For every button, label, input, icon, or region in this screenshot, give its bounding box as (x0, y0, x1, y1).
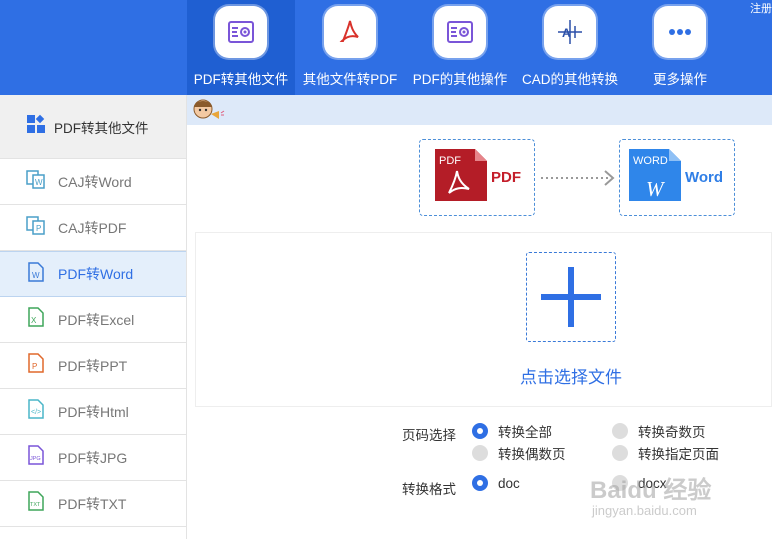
txt-file-icon: TXT (26, 491, 46, 516)
sidebar-header-label: PDF转其他文件 (54, 120, 149, 136)
html-file-icon: </> (26, 399, 46, 424)
more-dots-icon (654, 6, 706, 58)
excel-file-icon: X (26, 307, 46, 332)
ppt-file-icon: P (26, 353, 46, 378)
tab-cad-convert[interactable]: A CAD的其他转换 (515, 0, 625, 95)
radio-format-doc[interactable]: doc (472, 475, 520, 491)
sidebar-item-pdf-txt[interactable]: TXT PDF转TXT (0, 481, 186, 527)
svg-text:TXT: TXT (30, 502, 41, 508)
word-badge: WORD (633, 155, 668, 167)
tab-label: PDF转其他文件 (193, 72, 289, 87)
watermark-text: Baidu 经验 (590, 477, 712, 504)
sidebar-item-pdf-jpg[interactable]: JPG PDF转JPG (0, 435, 186, 481)
radio-indicator (612, 445, 628, 461)
radio-label: 转换偶数页 (498, 447, 566, 462)
svg-text:P: P (32, 362, 37, 371)
source-format-pdf: PDF PDF (419, 139, 535, 216)
tab-label: CAD的其他转换 (521, 72, 618, 87)
sidebar-item-pdf-ppt[interactable]: P PDF转PPT (0, 343, 186, 389)
radio-label: doc (498, 475, 520, 491)
source-format-label: PDF (491, 169, 521, 186)
page-selection-label: 页码选择 (402, 428, 456, 443)
svg-text:A: A (562, 26, 571, 40)
sidebar-item-label: PDF转PPT (58, 357, 128, 374)
word-letter: W (646, 177, 664, 201)
tab-label: PDF的其他操作 (412, 72, 508, 87)
gear-document-icon (215, 6, 267, 58)
jpg-file-icon: JPG (26, 445, 46, 470)
tab-label: 其他文件转PDF (302, 72, 398, 87)
radio-convert-odd[interactable]: 转换奇数页 (612, 421, 706, 441)
sidebar-item-label: PDF转Excel (58, 311, 135, 328)
file-drop-area[interactable] (195, 232, 772, 407)
format-label: 转换格式 (402, 482, 456, 497)
arrow-right-icon (541, 168, 617, 193)
top-bar-logo-area (0, 0, 187, 95)
svg-text:W: W (35, 178, 43, 187)
tab-pdf-to-other[interactable]: PDF转其他文件 (187, 0, 295, 95)
sidebar-item-label: PDF转Html (58, 403, 129, 420)
tab-label: 更多操作 (653, 72, 707, 87)
radio-indicator (612, 423, 628, 439)
sidebar-item-label: PDF转Word (58, 266, 134, 282)
sidebar-item-label: CAJ转PDF (58, 219, 127, 236)
radio-indicator (472, 423, 488, 439)
radio-label: 转换全部 (498, 425, 552, 440)
radio-convert-all[interactable]: 转换全部 (472, 421, 552, 441)
tab-other-to-pdf[interactable]: 其他文件转PDF (295, 0, 405, 95)
grid-icon (26, 114, 46, 139)
radio-convert-specified[interactable]: 转换指定页面 (612, 443, 719, 463)
tab-pdf-other-ops[interactable]: PDF的其他操作 (405, 0, 515, 95)
plus-icon (527, 267, 615, 345)
notice-banner (187, 95, 772, 125)
sidebar-item-label: PDF转TXT (58, 495, 127, 512)
pdf-badge: PDF (439, 155, 461, 167)
gear-document-icon (434, 6, 486, 58)
sidebar-item-label: PDF转JPG (58, 449, 128, 466)
target-format-label: Word (685, 169, 724, 186)
sidebar-item-caj-word[interactable]: W CAJ转Word (0, 159, 186, 205)
cad-icon: A (544, 6, 596, 58)
sidebar-item-pdf-html[interactable]: </> PDF转Html (0, 389, 186, 435)
radio-label: 转换指定页面 (638, 447, 719, 462)
svg-text:X: X (31, 316, 37, 325)
radio-convert-even[interactable]: 转换偶数页 (472, 443, 566, 463)
sidebar-item-label: CAJ转Word (58, 173, 132, 190)
sidebar-header[interactable]: PDF转其他文件 (0, 95, 186, 159)
mascot-icon (191, 97, 225, 129)
watermark-url: jingyan.baidu.com (592, 503, 697, 518)
caj-pdf-icon: P (26, 215, 46, 240)
svg-text:W: W (32, 271, 40, 280)
svg-text:JPG: JPG (30, 456, 41, 462)
choose-file-link[interactable]: 点击选择文件 (505, 363, 637, 388)
sidebar: PDF转其他文件 W CAJ转Word P CAJ转PDF W PDF转Word… (0, 95, 187, 539)
sidebar-item-pdf-excel[interactable]: X PDF转Excel (0, 297, 186, 343)
caj-word-icon: W (26, 169, 46, 194)
sidebar-item-pdf-word[interactable]: W PDF转Word (0, 251, 186, 297)
top-nav: PDF转其他文件 其他文件转PDF PDF的其他操作 A CAD的其他转换 更多… (187, 0, 735, 95)
register-link[interactable]: 注册 (750, 0, 772, 16)
radio-indicator (472, 475, 488, 491)
svg-text:</>: </> (31, 409, 41, 416)
word-file-icon: W (26, 261, 46, 287)
radio-indicator (472, 445, 488, 461)
pdf-acrobat-icon (324, 6, 376, 58)
target-format-word: WORD W Word (619, 139, 735, 216)
svg-text:P: P (36, 224, 41, 233)
add-file-button[interactable] (526, 252, 616, 342)
sidebar-item-caj-pdf[interactable]: P CAJ转PDF (0, 205, 186, 251)
radio-label: 转换奇数页 (638, 425, 706, 440)
tab-more-ops[interactable]: 更多操作 (625, 0, 735, 95)
